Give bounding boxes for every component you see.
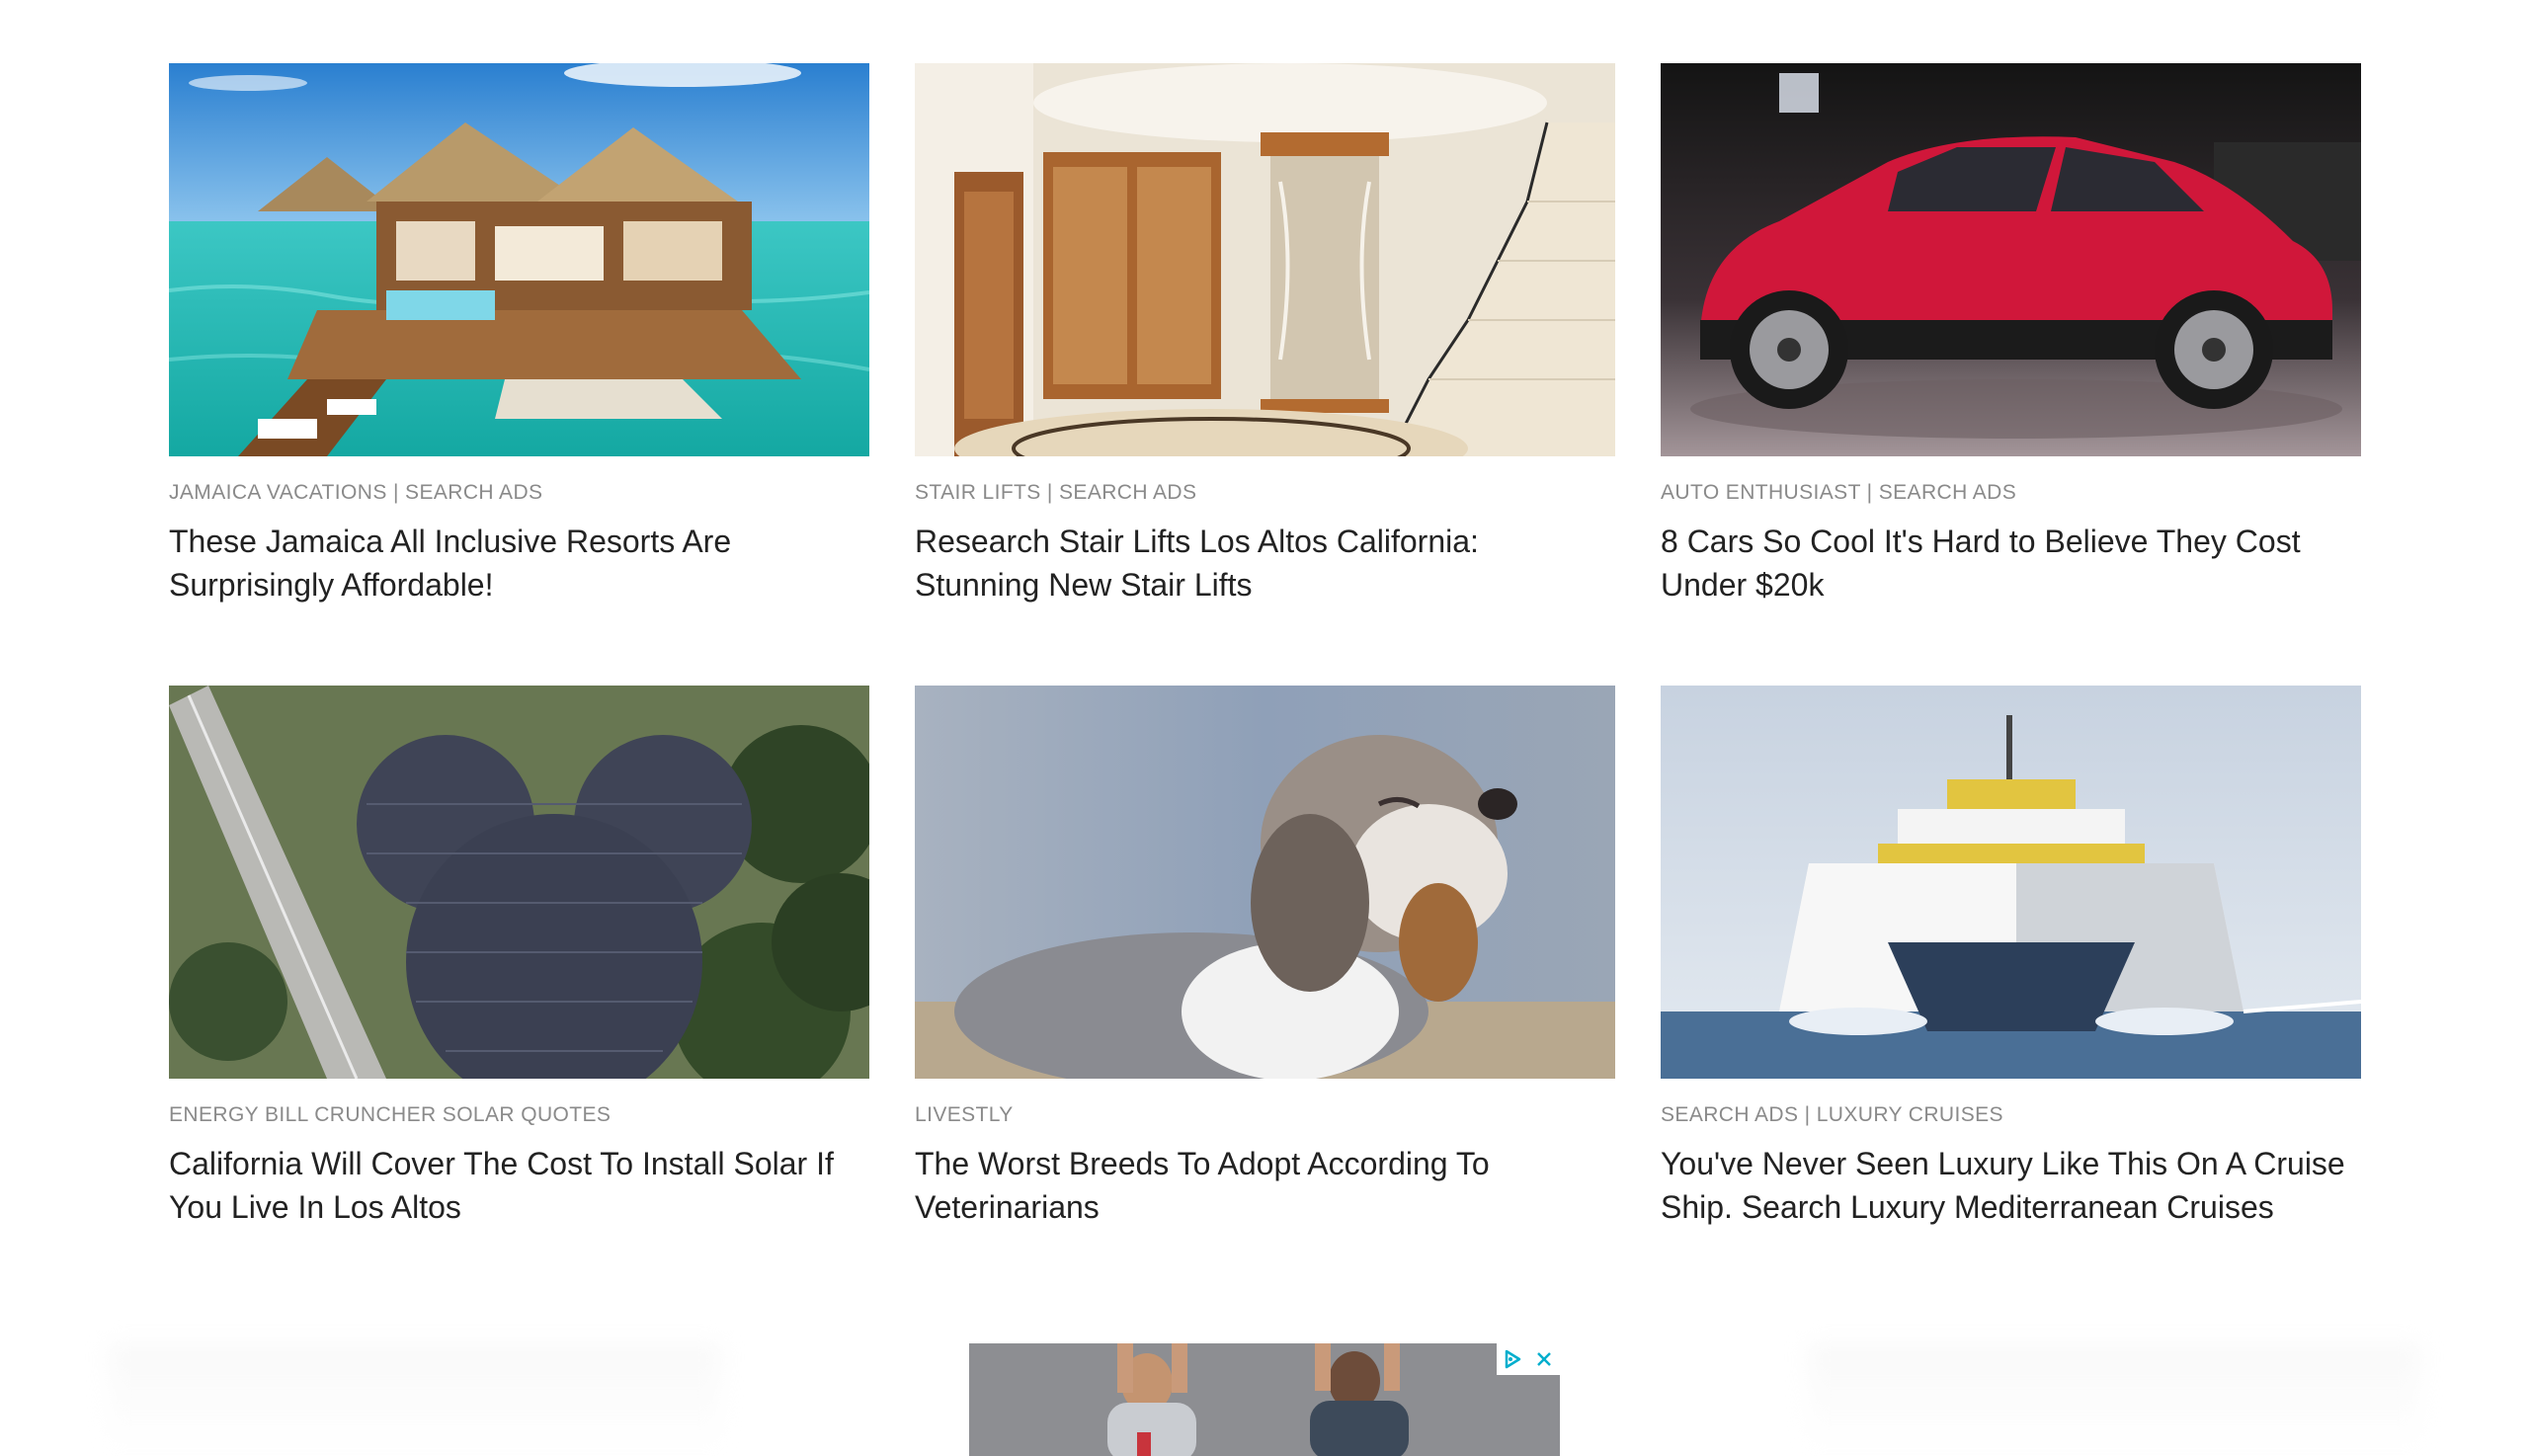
card-thumbnail[interactable] [169,686,869,1079]
card-source: AUTO ENTHUSIAST | SEARCH ADS [1661,481,2017,504]
card-thumbnail[interactable] [915,686,1615,1079]
card-title[interactable]: Research Stair Lifts Los Altos Californi… [915,520,1606,607]
adchoices-badge[interactable] [1497,1343,1560,1375]
sponsored-card[interactable]: JAMAICA VACATIONS | SEARCH ADS These Jam… [169,63,869,686]
adchoices-icon[interactable] [1497,1343,1528,1375]
placeholder-shadow [109,1343,721,1452]
sponsored-card[interactable]: AUTO ENTHUSIAST | SEARCH ADS 8 Cars So C… [1661,63,2361,686]
solar-farm-aerial-photo [169,686,869,1079]
card-thumbnail[interactable] [1661,63,2361,456]
card-title[interactable]: You've Never Seen Luxury Like This On A … [1661,1142,2352,1229]
card-thumbnail[interactable] [1661,686,2361,1079]
puppy-photo [915,686,1615,1079]
card-source: JAMAICA VACATIONS | SEARCH ADS [169,481,543,504]
card-thumbnail[interactable] [915,63,1615,456]
close-icon[interactable] [1528,1343,1560,1375]
placeholder-shadow [1808,1343,2420,1452]
card-title[interactable]: California Will Cover The Cost To Instal… [169,1142,860,1229]
sponsored-content-grid: JAMAICA VACATIONS | SEARCH ADS These Jam… [169,63,2362,1308]
card-thumbnail[interactable] [169,63,869,456]
card-title[interactable]: 8 Cars So Cool It's Hard to Believe They… [1661,520,2352,607]
card-title[interactable]: The Worst Breeds To Adopt According To V… [915,1142,1606,1229]
sponsored-card[interactable]: ENERGY BILL CRUNCHER SOLAR QUOTES Califo… [169,686,869,1308]
sponsored-card[interactable]: LIVESTLY The Worst Breeds To Adopt Accor… [915,686,1615,1308]
card-source: ENERGY BILL CRUNCHER SOLAR QUOTES [169,1103,612,1126]
sponsored-card[interactable]: STAIR LIFTS | SEARCH ADS Research Stair … [915,63,1615,686]
catamaran-ship-photo [1661,686,2361,1079]
card-title[interactable]: These Jamaica All Inclusive Resorts Are … [169,520,860,607]
red-suv-photo [1661,63,2361,456]
card-source: LIVESTLY [915,1103,1014,1126]
display-ad-banner[interactable] [969,1343,1560,1456]
card-source: STAIR LIFTS | SEARCH ADS [915,481,1197,504]
home-elevator-staircase-photo [915,63,1615,456]
card-source: SEARCH ADS | LUXURY CRUISES [1661,1103,2003,1126]
ad-creative-image [969,1343,1560,1456]
overwater-bungalow-photo [169,63,869,456]
sponsored-card[interactable]: SEARCH ADS | LUXURY CRUISES You've Never… [1661,686,2361,1308]
